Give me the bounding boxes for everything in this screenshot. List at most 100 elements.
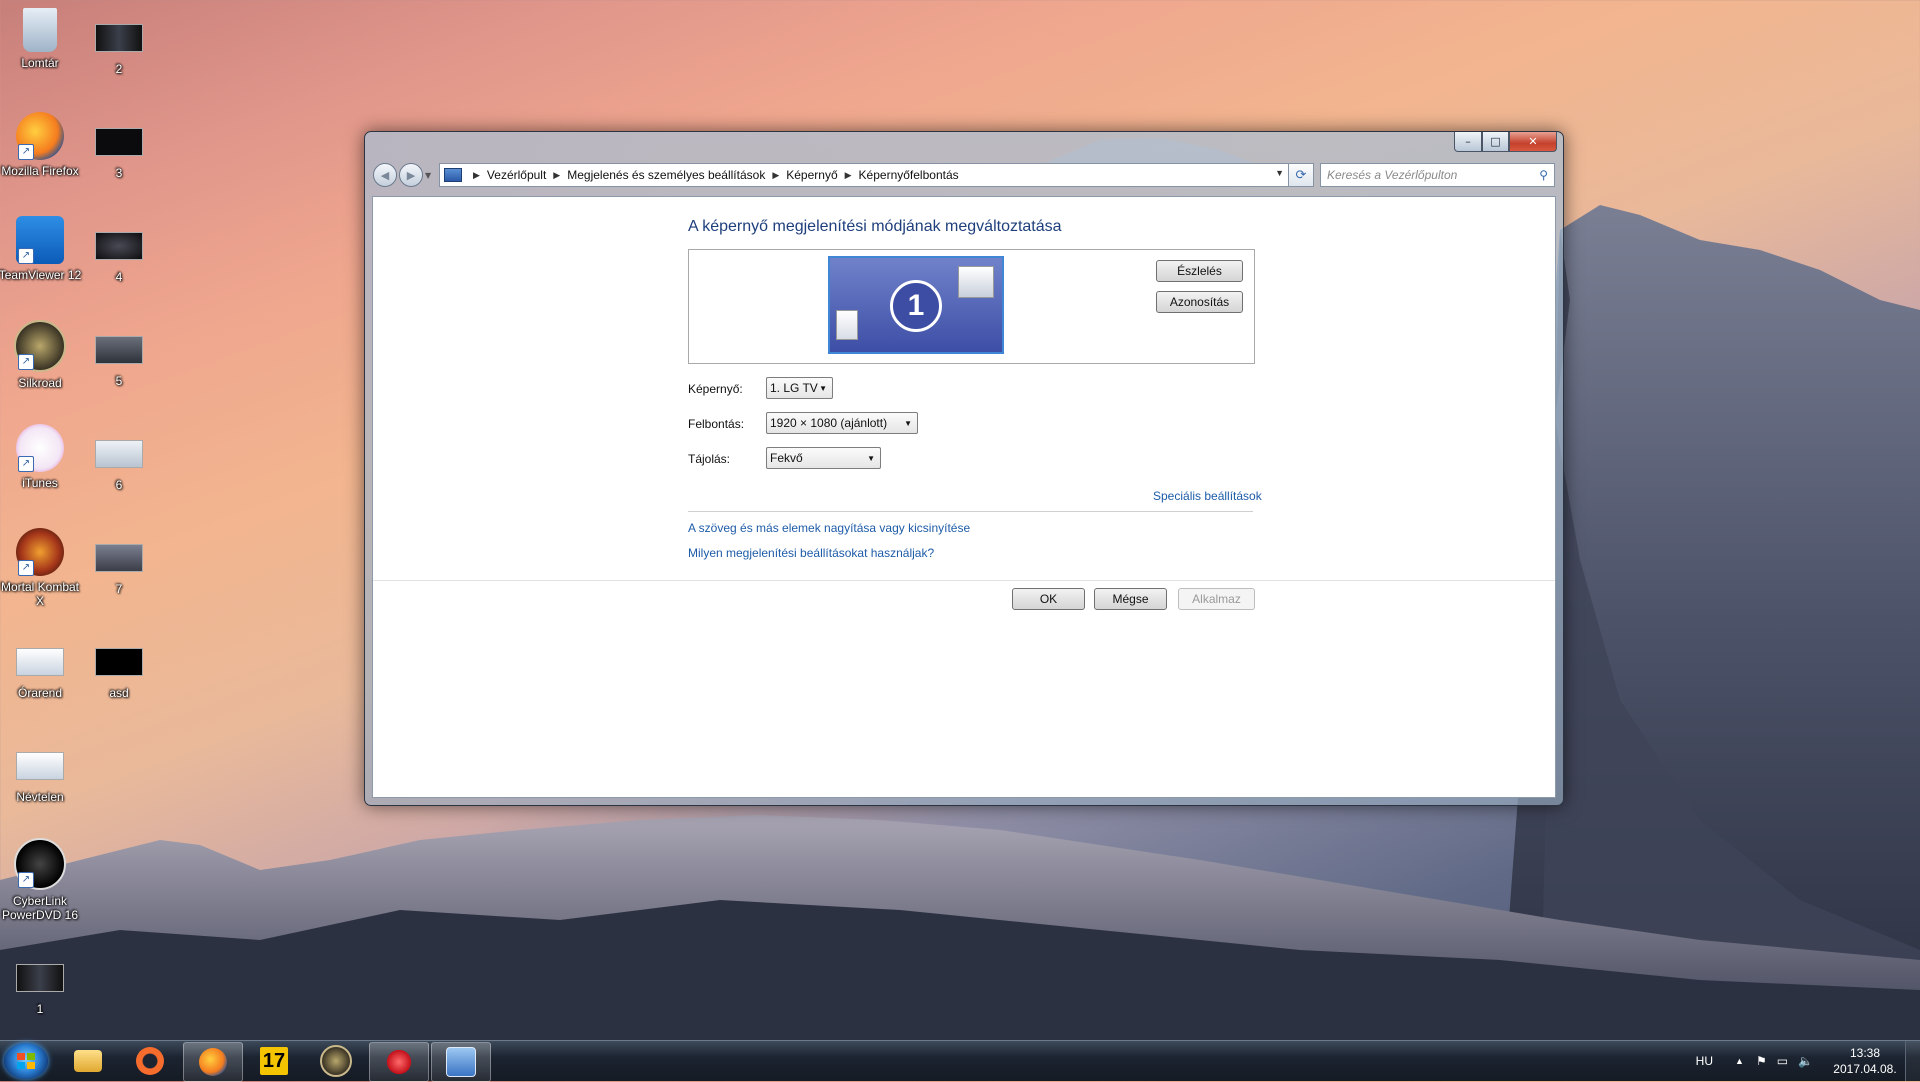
desktop-icon-asd[interactable]: asd bbox=[76, 638, 162, 700]
taskbar-explorer[interactable] bbox=[59, 1042, 117, 1080]
volume-icon[interactable]: 🔈 bbox=[1798, 1054, 1813, 1068]
taskbar-app-red[interactable] bbox=[369, 1042, 429, 1082]
shortcut-arrow-icon: ↗ bbox=[18, 248, 34, 264]
action-center-flag-icon[interactable]: ⚑ bbox=[1756, 1054, 1767, 1068]
display-select[interactable]: 1. LG TV ▼ bbox=[766, 377, 833, 399]
breadcrumb-separator-icon: ▶ bbox=[473, 169, 480, 180]
address-bar[interactable]: ▶ Vezérlőpult ▶ Megjelenés és személyes … bbox=[439, 163, 1289, 187]
taskbar-firefox[interactable] bbox=[183, 1042, 243, 1082]
cancel-button[interactable]: Mégse bbox=[1094, 588, 1167, 610]
monitor-arrangement-panel: 1 Észlelés Azonosítás bbox=[688, 249, 1255, 364]
network-icon[interactable]: ▭ bbox=[1777, 1054, 1788, 1068]
taskbar-origin[interactable] bbox=[121, 1042, 179, 1080]
orientation-label: Tájolás: bbox=[688, 452, 731, 466]
control-panel-window: – □ ✕ ◀ ▶ ▼ ▶ Vezérlőpult ▶ Megjelenés é… bbox=[364, 131, 1564, 806]
image-thumbnail-icon bbox=[16, 964, 64, 992]
desktop-icon-silkroad[interactable]: ↗ Silkroad bbox=[0, 320, 83, 390]
detect-button[interactable]: Észlelés bbox=[1156, 260, 1243, 282]
folder-icon bbox=[74, 1050, 102, 1072]
image-thumbnail-icon bbox=[16, 648, 64, 676]
desktop-icon-label: 4 bbox=[115, 270, 123, 284]
image-thumbnail-icon bbox=[95, 440, 143, 468]
forward-button[interactable]: ▶ bbox=[399, 163, 423, 187]
search-icon[interactable]: ⚲ bbox=[1539, 168, 1548, 182]
ok-button[interactable]: OK bbox=[1012, 588, 1085, 610]
refresh-button[interactable]: ⟳ bbox=[1289, 163, 1314, 187]
image-thumbnail-icon bbox=[95, 648, 143, 676]
desktop-icon-label: Silkroad bbox=[18, 376, 62, 390]
desktop-icon-label: 5 bbox=[115, 374, 123, 388]
text-size-link[interactable]: A szöveg és más elemek nagyítása vagy ki… bbox=[688, 521, 970, 535]
breadcrumb-item-appearance[interactable]: Megjelenés és személyes beállítások bbox=[567, 168, 765, 182]
shortcut-arrow-icon: ↗ bbox=[18, 456, 34, 472]
taskbar-app-17[interactable]: 17 bbox=[245, 1042, 303, 1080]
desktop-icon-2[interactable]: 2 bbox=[76, 14, 162, 76]
resolution-label: Felbontás: bbox=[688, 417, 745, 431]
desktop-icon-firefox[interactable]: ↗ Mozilla Firefox bbox=[0, 112, 83, 178]
minimize-button[interactable]: – bbox=[1454, 132, 1482, 152]
start-button[interactable] bbox=[4, 1043, 48, 1079]
breadcrumb-item-resolution[interactable]: Képernyőfelbontás bbox=[859, 168, 959, 182]
taskbar-control-panel[interactable] bbox=[431, 1042, 491, 1082]
desktop-icon-label: TeamViewer 12 bbox=[0, 268, 82, 282]
resolution-select[interactable]: 1920 × 1080 (ajánlott) ▼ bbox=[766, 412, 918, 434]
desktop-icon-label: Órarend bbox=[17, 686, 63, 700]
maximize-button[interactable]: □ bbox=[1482, 132, 1509, 152]
desktop-icon-7[interactable]: 7 bbox=[76, 534, 162, 596]
desktop-icon-label: asd bbox=[109, 686, 129, 700]
show-desktop-button[interactable] bbox=[1905, 1041, 1920, 1081]
search-input[interactable]: Keresés a Vezérlőpulton ⚲ bbox=[1320, 163, 1555, 187]
advanced-settings-link[interactable]: Speciális beállítások bbox=[1153, 489, 1262, 503]
control-panel-icon bbox=[444, 168, 462, 182]
breadcrumb-item-control-panel[interactable]: Vezérlőpult bbox=[487, 168, 546, 182]
origin-icon bbox=[136, 1047, 164, 1075]
breadcrumb-separator-icon[interactable]: ▶ bbox=[845, 170, 852, 181]
taskbar: 17 HU ▲ ⚑ ▭ 🔈 13:38 2017.04.08. bbox=[0, 1040, 1920, 1082]
desktop-icon-teamviewer[interactable]: ↗ TeamViewer 12 bbox=[0, 216, 83, 282]
desktop-icon-orarend[interactable]: Órarend bbox=[0, 638, 83, 700]
orientation-select-value: Fekvő bbox=[770, 451, 803, 465]
desktop-icon-6[interactable]: 6 bbox=[76, 430, 162, 492]
identify-button[interactable]: Azonosítás bbox=[1156, 291, 1243, 313]
content-pane: A képernyő megjelenítési módjának megvál… bbox=[372, 196, 1556, 798]
close-button[interactable]: ✕ bbox=[1509, 132, 1557, 152]
desktop-icon-mortal-kombat[interactable]: ↗ Mortal Kombat X bbox=[0, 528, 83, 608]
monitor-1-tile[interactable]: 1 bbox=[828, 256, 1004, 354]
desktop-icon-label: 7 bbox=[115, 582, 123, 596]
shortcut-arrow-icon: ↗ bbox=[18, 560, 34, 576]
desktop-icon-powerdvd[interactable]: ↗ CyberLink PowerDVD 16 bbox=[0, 838, 83, 922]
desktop-icon-label: CyberLink PowerDVD 16 bbox=[1, 894, 79, 922]
address-dropdown-icon[interactable]: ▼ bbox=[1275, 168, 1284, 178]
apply-button[interactable]: Alkalmaz bbox=[1178, 588, 1255, 610]
desktop-icon-3[interactable]: 3 bbox=[76, 118, 162, 180]
clock-time: 13:38 bbox=[1849, 1046, 1881, 1060]
desktop-icon-5[interactable]: 5 bbox=[76, 326, 162, 388]
display-help-link[interactable]: Milyen megjelenítési beállításokat haszn… bbox=[688, 546, 934, 560]
breadcrumb-item-display[interactable]: Képernyő bbox=[786, 168, 837, 182]
shortcut-arrow-icon: ↗ bbox=[18, 872, 34, 888]
desktop-icon-label: 3 bbox=[115, 166, 123, 180]
breadcrumb-separator-icon[interactable]: ▶ bbox=[553, 170, 560, 181]
clock[interactable]: 13:38 2017.04.08. bbox=[1825, 1045, 1905, 1077]
display-label: Képernyő: bbox=[688, 382, 743, 396]
orientation-select[interactable]: Fekvő ▼ bbox=[766, 447, 881, 469]
powerdvd-icon: ↗ bbox=[14, 838, 66, 890]
desktop-icon-1[interactable]: 1 bbox=[0, 954, 83, 1016]
desktop-icon-itunes[interactable]: ↗ iTunes bbox=[0, 424, 83, 490]
show-hidden-icons-chevron-icon[interactable]: ▲ bbox=[1735, 1056, 1744, 1066]
language-indicator[interactable]: HU bbox=[1696, 1054, 1713, 1068]
taskbar-silkroad[interactable] bbox=[307, 1042, 365, 1080]
back-button[interactable]: ◀ bbox=[373, 163, 397, 187]
desktop-icon-4[interactable]: 4 bbox=[76, 222, 162, 284]
image-thumbnail-icon bbox=[95, 24, 143, 52]
firefox-icon bbox=[199, 1048, 227, 1076]
chevron-down-icon: ▼ bbox=[819, 384, 827, 393]
mortal-kombat-icon: ↗ bbox=[16, 528, 64, 576]
breadcrumb-separator-icon[interactable]: ▶ bbox=[772, 170, 779, 181]
recent-pages-chevron-icon[interactable]: ▼ bbox=[425, 171, 435, 180]
desktop-icon-recycle-bin[interactable]: Lomtár bbox=[0, 8, 83, 70]
shortcut-arrow-icon: ↗ bbox=[18, 354, 34, 370]
desktop-icon-nevtelen[interactable]: Névtelen bbox=[0, 742, 83, 804]
chevron-down-icon: ▼ bbox=[904, 419, 912, 428]
desktop-icon-label: Lomtár bbox=[21, 56, 59, 70]
